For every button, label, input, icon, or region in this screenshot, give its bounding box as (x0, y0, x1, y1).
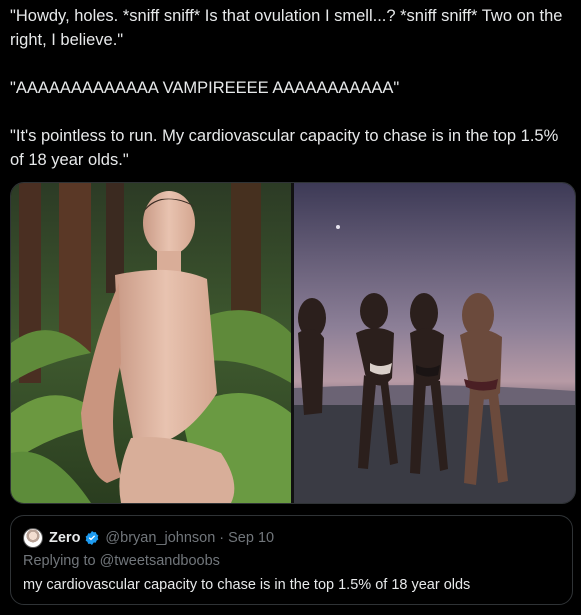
man-in-ferns-photo (11, 183, 291, 503)
quoted-display-name[interactable]: Zero (49, 530, 80, 546)
tweet-text: "Howdy, holes. *sniff sniff* Is that ovu… (10, 4, 575, 196)
tweet-paragraph: "AAAAAAAAAAAAA VAMPIREEEE AAAAAAAAAAA" (10, 79, 400, 97)
beach-runners-photo (294, 183, 575, 503)
tweet-paragraph: "Howdy, holes. *sniff sniff* Is that ovu… (10, 7, 563, 49)
quoted-tweet-text: my cardiovascular capacity to chase is i… (23, 577, 471, 593)
media-image-left[interactable] (11, 183, 291, 503)
quoted-tweet-header: Zero @bryan_johnson · Sep 10 (23, 528, 274, 548)
verified-badge-icon (86, 531, 99, 545)
tweet-paragraph: "It's pointless to run. My cardiovascula… (10, 127, 559, 169)
quoted-date[interactable]: Sep 10 (228, 530, 274, 546)
tweet-media[interactable] (10, 182, 576, 504)
quoted-tweet[interactable]: Zero @bryan_johnson · Sep 10 Replying to… (10, 515, 573, 605)
replying-to-line: Replying to @tweetsandboobs (23, 553, 220, 569)
quoted-handle[interactable]: @bryan_johnson (105, 530, 215, 546)
avatar[interactable] (23, 528, 43, 548)
media-image-right[interactable] (294, 183, 575, 503)
separator-dot: · (219, 530, 225, 546)
